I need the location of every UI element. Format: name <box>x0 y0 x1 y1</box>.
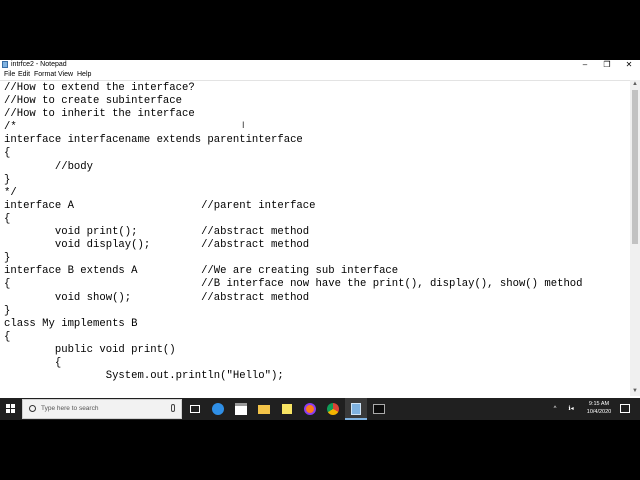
code-line[interactable]: } <box>4 174 583 187</box>
text-cursor-icon: Ι <box>242 120 245 130</box>
code-line[interactable]: } <box>4 252 583 265</box>
system-clock[interactable]: 9:15 AM 10/4/2020 <box>582 400 616 416</box>
code-line[interactable]: //body <box>4 161 583 174</box>
code-line[interactable]: void display(); //abstract method <box>4 239 583 252</box>
maximize-button[interactable]: ❐ <box>596 60 618 70</box>
edge-icon[interactable] <box>207 398 229 420</box>
code-line[interactable]: void show(); //abstract method <box>4 292 583 305</box>
windows-start-icon[interactable] <box>6 404 16 414</box>
menu-view[interactable]: View <box>58 70 73 80</box>
search-icon <box>29 405 36 412</box>
code-line[interactable]: { <box>4 147 583 160</box>
code-line[interactable]: /* <box>4 121 583 134</box>
notepad-taskbar-icon[interactable] <box>345 398 367 420</box>
text-editor[interactable]: //How to extend the interface?//How to c… <box>0 80 630 397</box>
menu-bar: File Edit Format View Help <box>0 70 640 80</box>
search-placeholder: Type here to search <box>41 405 99 412</box>
task-view-icon[interactable] <box>184 398 206 420</box>
scroll-down-icon[interactable]: ▼ <box>630 387 640 396</box>
network-volume-icon[interactable]: ℹ◂ <box>561 398 581 420</box>
firefox-icon[interactable] <box>299 398 321 420</box>
code-text[interactable]: //How to extend the interface?//How to c… <box>4 82 583 383</box>
close-button[interactable]: ✕ <box>618 60 640 70</box>
notepad-app-icon <box>2 61 8 68</box>
minimize-button[interactable]: – <box>574 60 596 70</box>
letterbox-top <box>0 0 640 60</box>
code-line[interactable]: void print(); //abstract method <box>4 226 583 239</box>
code-line[interactable]: //How to inherit the interface <box>4 108 583 121</box>
code-line[interactable]: class My implements B <box>4 318 583 331</box>
sticky-notes-icon[interactable] <box>276 398 298 420</box>
code-line[interactable]: { //B interface now have the print(), di… <box>4 278 583 291</box>
letterbox-bottom <box>0 420 640 480</box>
code-line[interactable]: { <box>4 331 583 344</box>
cmd-icon[interactable] <box>368 398 390 420</box>
menu-format[interactable]: Format <box>34 70 56 80</box>
clock-time: 9:15 AM <box>588 401 610 407</box>
code-line[interactable]: interface interfacename extends parentin… <box>4 134 583 147</box>
code-line[interactable]: //How to create subinterface <box>4 95 583 108</box>
code-line[interactable]: public void print() <box>4 344 583 357</box>
chrome-icon[interactable] <box>322 398 344 420</box>
taskbar: Type here to search ^ ℹ◂ 9:15 AM 10/4/20… <box>0 398 640 420</box>
microphone-icon[interactable] <box>171 404 175 412</box>
store-icon[interactable] <box>230 398 252 420</box>
code-line[interactable]: //How to extend the interface? <box>4 82 583 95</box>
taskbar-search-box[interactable]: Type here to search <box>22 399 182 419</box>
menu-file[interactable]: File <box>4 70 15 80</box>
tray-overflow-icon[interactable]: ^ <box>550 398 560 420</box>
window-title: intrfce2 - Notepad <box>11 61 67 68</box>
code-line[interactable]: */ <box>4 187 583 200</box>
notepad-window: intrfce2 - Notepad – ❐ ✕ File Edit Forma… <box>0 60 640 398</box>
code-line[interactable]: { <box>4 357 583 370</box>
vertical-scrollbar[interactable]: ▲ ▼ <box>630 80 640 396</box>
code-line[interactable]: interface A //parent interface <box>4 200 583 213</box>
menu-help[interactable]: Help <box>77 70 91 80</box>
clock-date: 10/4/2020 <box>586 409 612 415</box>
scroll-up-icon[interactable]: ▲ <box>630 80 640 89</box>
code-line[interactable]: { <box>4 213 583 226</box>
title-bar[interactable]: intrfce2 - Notepad – ❐ ✕ <box>0 60 640 70</box>
code-line[interactable]: interface B extends A //We are creating … <box>4 265 583 278</box>
menu-edit[interactable]: Edit <box>18 70 30 80</box>
file-explorer-icon[interactable] <box>253 398 275 420</box>
code-line[interactable]: System.out.println("Hello"); <box>4 370 583 383</box>
notification-icon[interactable] <box>620 404 630 413</box>
code-line[interactable]: } <box>4 305 583 318</box>
scrollbar-thumb[interactable] <box>632 90 638 244</box>
